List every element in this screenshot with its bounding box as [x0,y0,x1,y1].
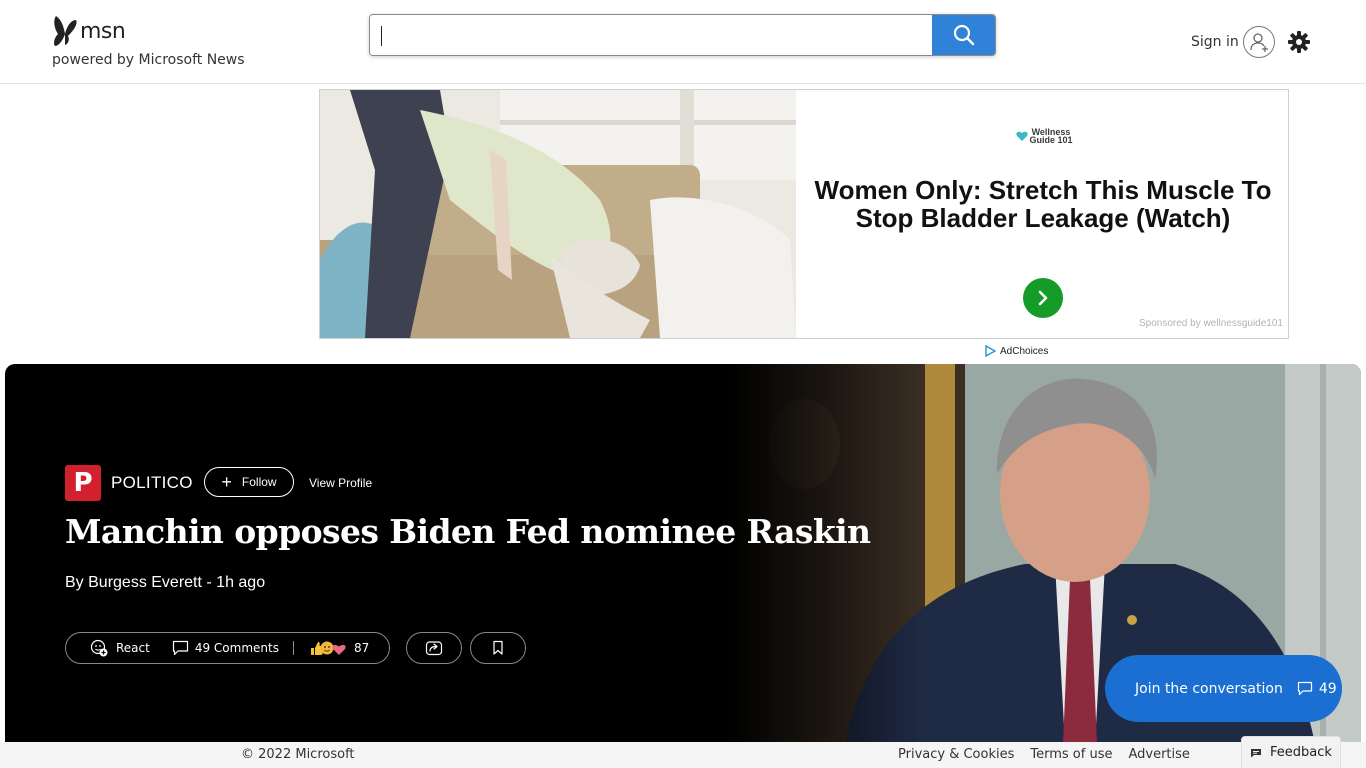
search-button[interactable] [932,15,995,55]
share-button[interactable] [406,632,462,664]
article-headline: Manchin opposes Biden Fed nominee Raskin [65,512,871,551]
comments-button[interactable]: 49 Comments [172,640,279,656]
reaction-emoji-icons [310,641,346,655]
adchoices-link[interactable]: AdChoices [984,345,1048,357]
gear-icon[interactable] [1287,30,1311,54]
article-byline: By Burgess Everett - 1h ago [65,574,266,591]
account-button[interactable] [1243,26,1275,58]
footer-links: Privacy & Cookies Terms of use Advertise [898,747,1206,762]
search-bar [369,14,996,56]
ad-sponsor-text: Sponsored by wellnessguide101 [1139,318,1283,329]
heart-icon [1016,131,1028,141]
msn-article-page: msn powered by Microsoft News Sign in We… [0,0,1366,768]
join-conversation-button[interactable]: Join the conversation 49 [1105,655,1342,722]
article-hero: P POLITICO + Follow View Profile Manchin… [5,364,1361,744]
msn-butterfly-icon [54,16,77,46]
search-input[interactable] [370,15,932,55]
user-add-icon [1250,33,1268,52]
divider [292,641,294,655]
react-button[interactable]: React [90,639,150,657]
comment-icon [172,640,188,656]
ad-headline[interactable]: Women Only: Stretch This Muscle To Stop … [808,176,1278,232]
terms-link[interactable]: Terms of use [1030,747,1112,762]
ad-image[interactable] [320,90,796,338]
publisher-logo[interactable]: P [65,465,101,501]
photo-gradient [725,364,925,744]
feedback-button[interactable]: Feedback [1241,736,1341,768]
copyright-text: © 2022 Microsoft [241,747,355,762]
sign-in-link[interactable]: Sign in [1191,34,1239,50]
ad-cta-button[interactable] [1023,278,1063,318]
bookmark-icon [493,640,503,655]
msn-logo[interactable]: msn [52,14,126,48]
view-profile-link[interactable]: View Profile [309,476,372,490]
powered-by-text: powered by Microsoft News [52,52,245,68]
comment-icon [1297,681,1312,696]
publisher-name[interactable]: POLITICO [111,473,193,493]
privacy-link[interactable]: Privacy & Cookies [898,747,1014,762]
follow-label: Follow [241,475,277,489]
chevron-right-icon [1038,290,1048,306]
plus-icon: + [221,472,232,492]
article-action-bar: React 49 Comments 87 [65,632,390,664]
search-icon [953,24,975,46]
ad-brand-logo: Wellness Guide 101 [1016,127,1073,145]
adchoices-label: AdChoices [1000,345,1049,357]
reaction-count: 87 [353,641,370,655]
page-footer: © 2022 Microsoft Privacy & Cookies Terms… [0,736,1366,768]
sponsored-ad[interactable]: Wellness Guide 101 Women Only: Stretch T… [319,89,1289,339]
adchoices-icon [985,345,996,357]
add-reaction-icon [90,639,108,657]
join-comment-count: 49 [1297,681,1337,697]
join-label: Join the conversation [1135,680,1283,697]
ad-brand-name: Wellness Guide 101 [1029,127,1073,145]
follow-button[interactable]: + Follow [204,467,294,497]
text-caret [381,26,382,46]
comments-label: 49 Comments [194,641,279,655]
logo-text: msn [80,18,126,44]
feedback-label: Feedback [1270,745,1332,760]
stretching-woman-photo [320,90,796,338]
react-label: React [116,641,150,655]
reaction-summary[interactable]: 87 [310,640,369,656]
publisher-logo-letter: P [73,468,93,498]
advertise-link[interactable]: Advertise [1128,747,1189,762]
share-icon [425,641,443,656]
join-count-value: 49 [1318,680,1337,697]
feedback-icon [1251,748,1262,757]
save-button[interactable] [470,632,526,664]
top-header: msn powered by Microsoft News Sign in [0,0,1366,84]
